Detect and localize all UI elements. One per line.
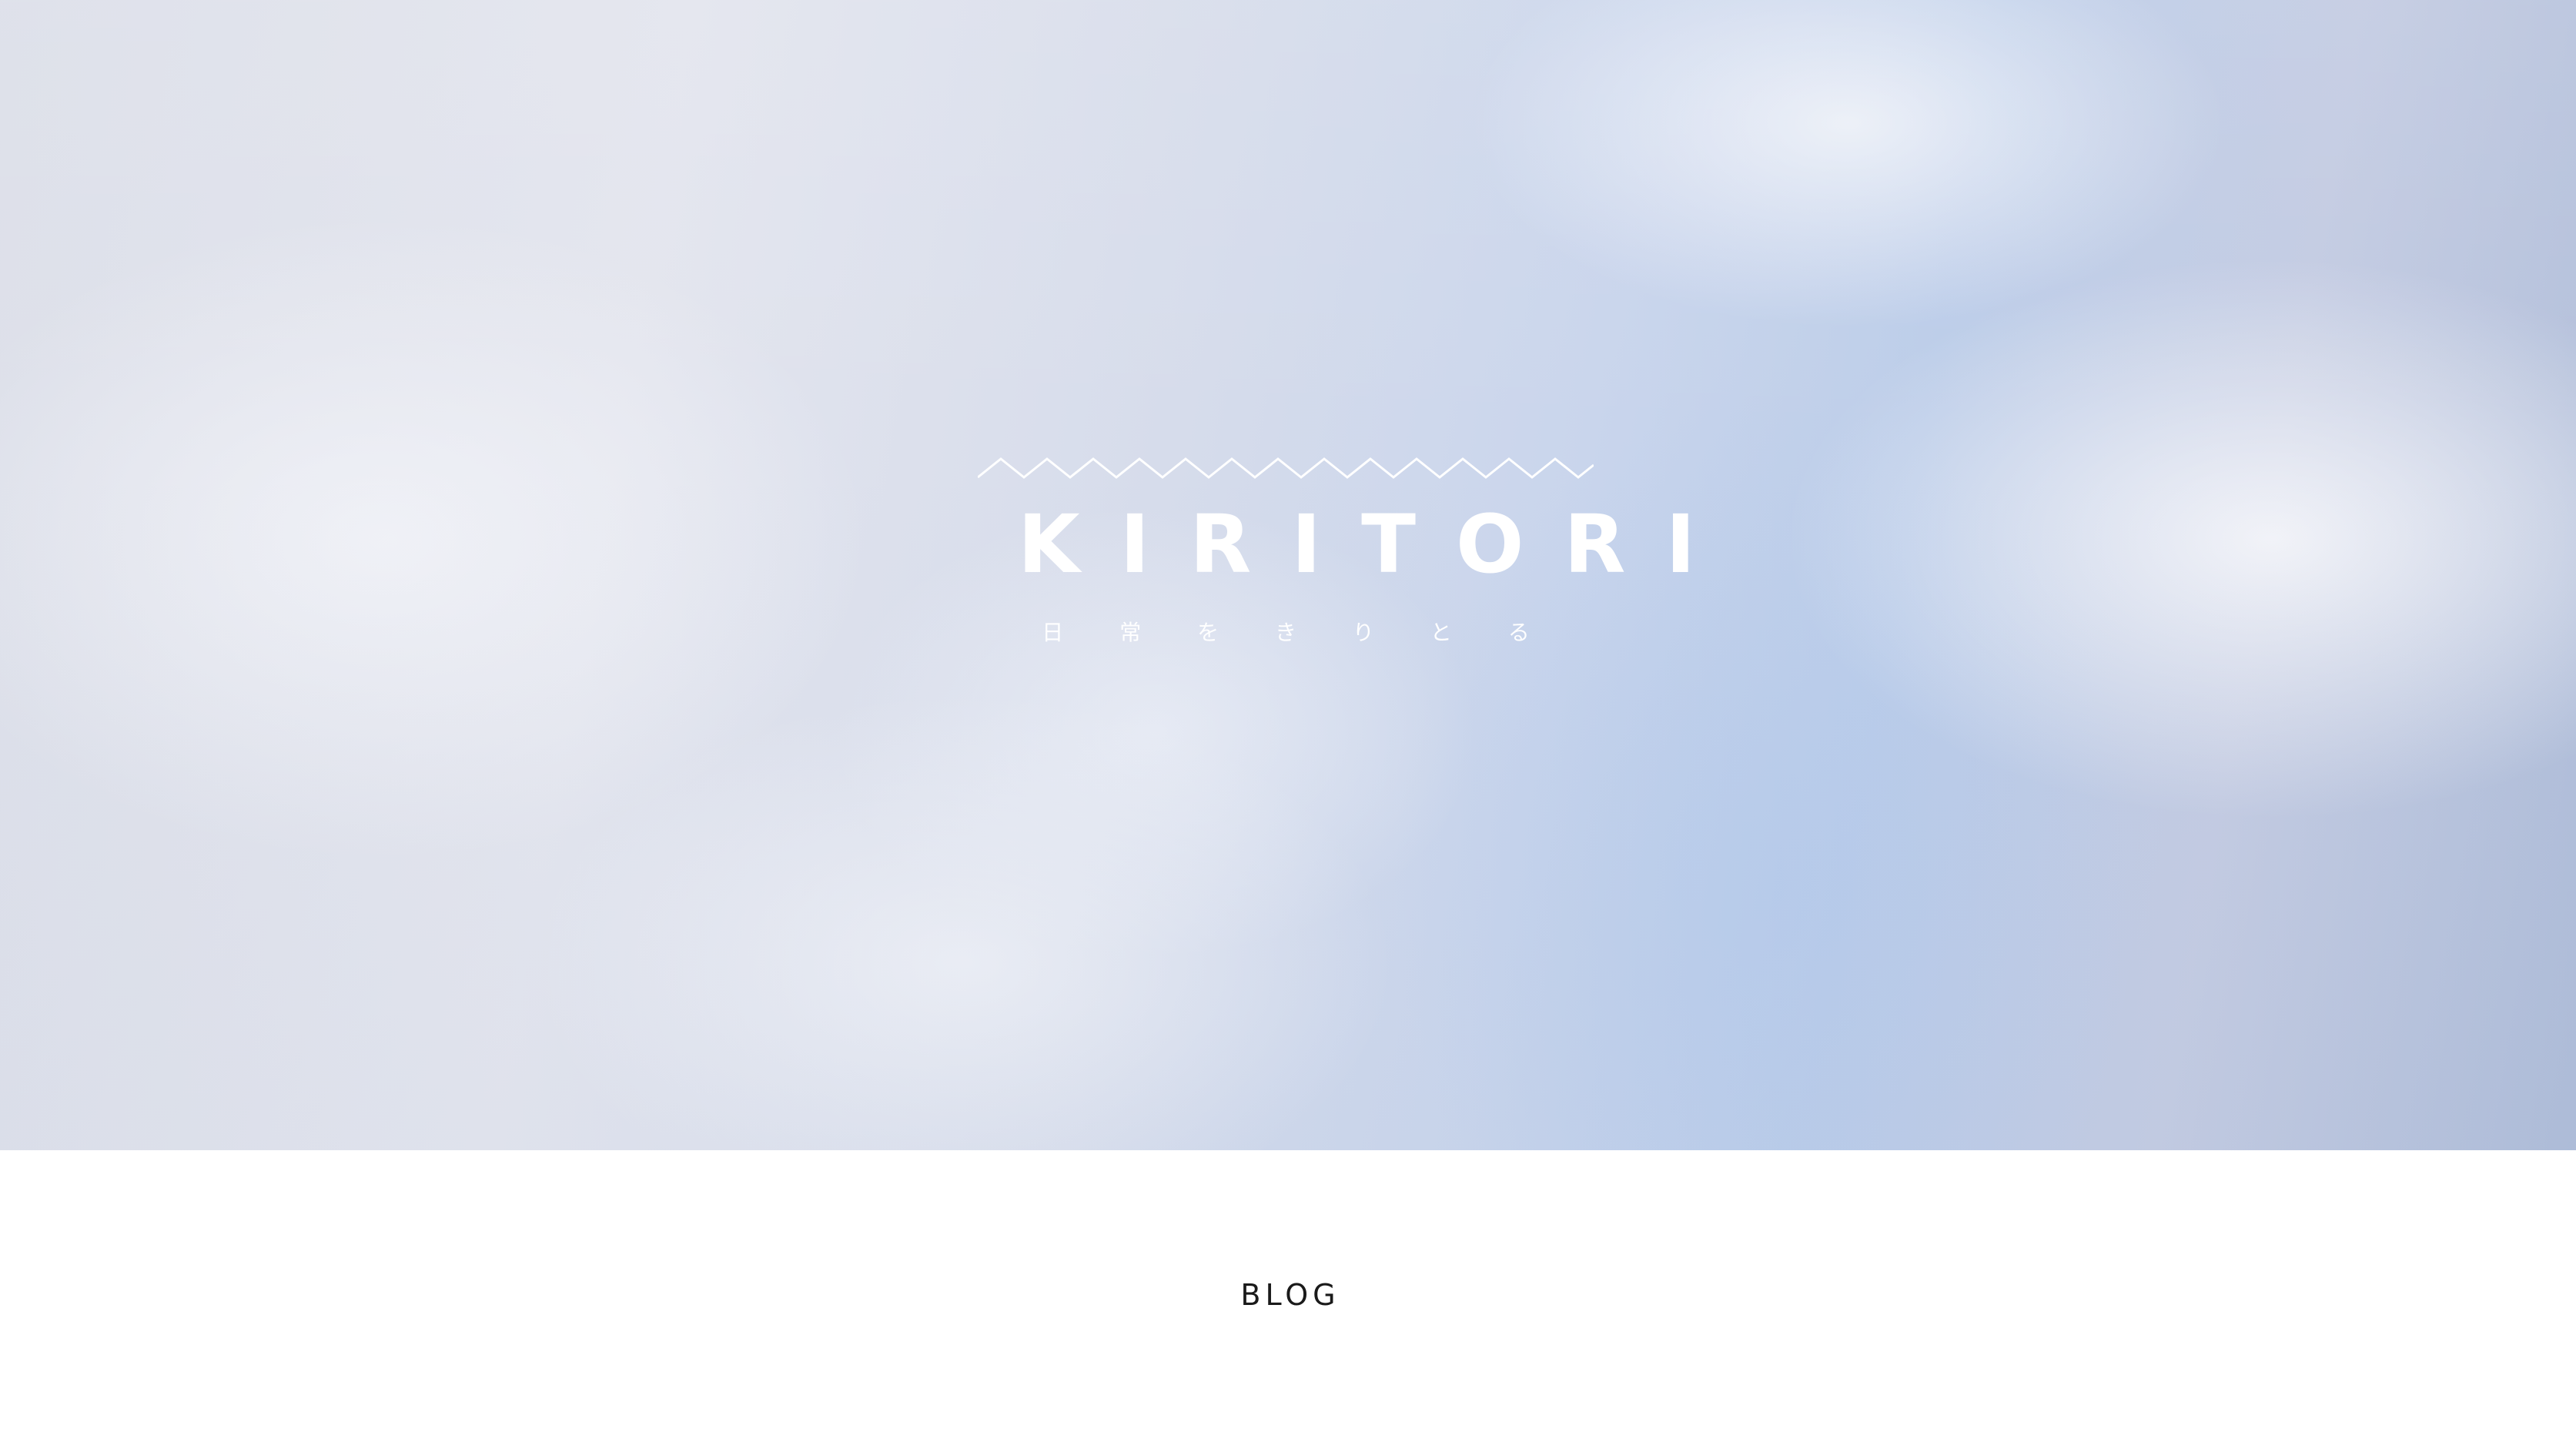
zigzag-line-icon — [978, 457, 1594, 479]
site-tagline: 日 常 を き り と る — [1042, 620, 1554, 645]
site-title: KIRITORI — [1018, 497, 1736, 591]
page: KIRITORI 日 常 を き り と る BLOG — [0, 0, 2576, 1432]
site-brand[interactable]: KIRITORI 日 常 を き り と る — [978, 456, 1736, 647]
hero-sky-image: KIRITORI 日 常 を き り と る — [0, 0, 2576, 1150]
section-heading-blog: BLOG — [1240, 1278, 1340, 1312]
